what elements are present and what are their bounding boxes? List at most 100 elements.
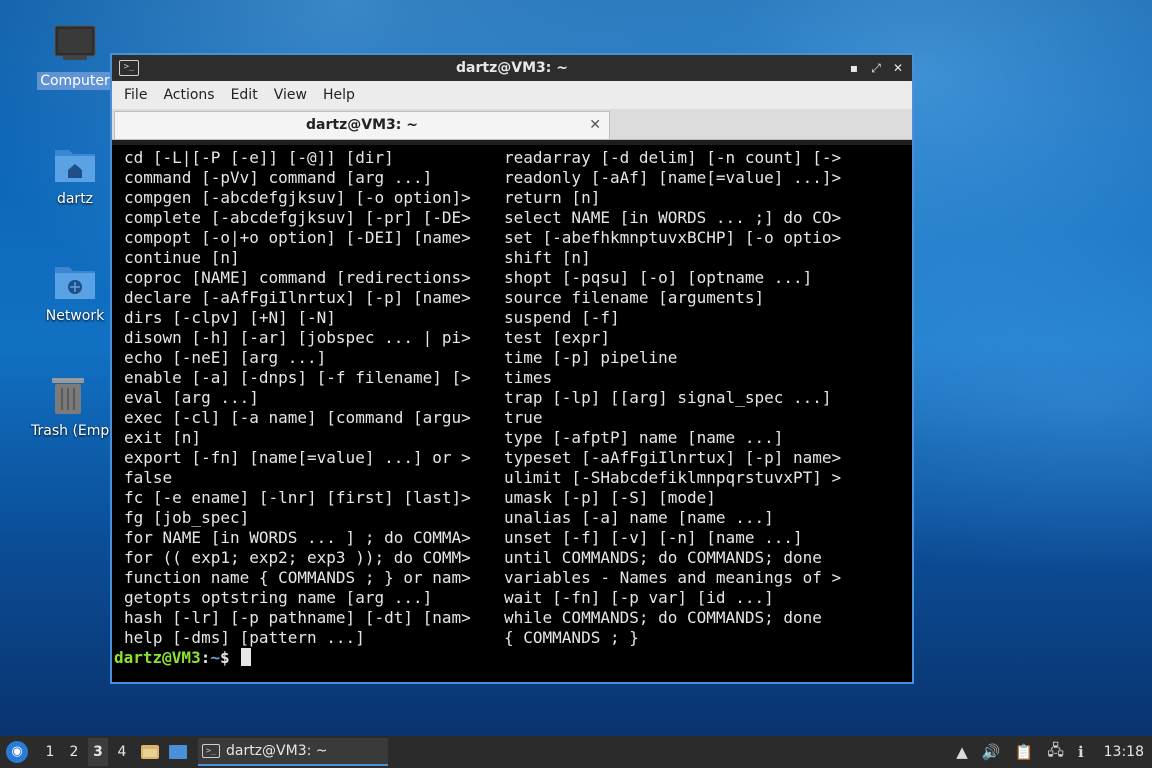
help-line: function name { COMMANDS ; } or nam> xyxy=(124,568,471,587)
terminal-window[interactable]: >_ dartz@VM3: ~ ▪ ⤢ ✕ File Actions Edit … xyxy=(110,53,914,684)
prompt-symbol: $ xyxy=(219,648,240,667)
help-line: readonly [-aAf] [name[=value] ...]> xyxy=(504,168,842,187)
help-line: true xyxy=(504,408,543,427)
computer-icon xyxy=(53,24,97,68)
window-title: dartz@VM3: ~ xyxy=(456,60,568,76)
terminal-output[interactable]: cd [-L|[-P [-e]] [-@]] [dir] command [-pV… xyxy=(112,145,912,682)
network-status-icon[interactable]: 🖧 xyxy=(1047,740,1064,765)
network-folder-icon xyxy=(53,259,97,303)
help-line: time [-p] pipeline xyxy=(504,348,678,367)
help-line: unset [-f] [-v] [-n] [name ...] xyxy=(504,528,803,547)
tray-up-arrow-icon[interactable]: ▲ xyxy=(956,743,968,761)
help-line: shift [n] xyxy=(504,248,591,267)
clipboard-icon[interactable]: 📋 xyxy=(1015,743,1034,761)
help-line: coproc [NAME] command [redirections> xyxy=(124,268,471,287)
help-line: until COMMANDS; do COMMANDS; done xyxy=(504,548,822,567)
desktop-icon-label: Network xyxy=(45,308,105,324)
desktop-icon-network[interactable]: Network xyxy=(35,259,115,325)
help-line: hash [-lr] [-p pathname] [-dt] [nam> xyxy=(124,608,471,627)
tab-strip: dartz@VM3: ~ ✕ xyxy=(112,109,912,140)
file-manager-icon[interactable] xyxy=(140,743,160,761)
help-line: dirs [-clpv] [+N] [-N] xyxy=(124,308,336,327)
menu-actions[interactable]: Actions xyxy=(155,87,222,103)
help-line: help [-dms] [pattern ...] xyxy=(124,628,365,647)
taskbar-task-terminal[interactable]: >_ dartz@VM3: ~ xyxy=(198,738,388,766)
terminal-icon: >_ xyxy=(202,744,220,758)
window-titlebar[interactable]: >_ dartz@VM3: ~ ▪ ⤢ ✕ xyxy=(112,55,912,81)
start-menu-icon[interactable]: ◉ xyxy=(6,741,28,763)
minimize-button[interactable]: ▪ xyxy=(844,58,864,78)
help-line: shopt [-pqsu] [-o] [optname ...] xyxy=(504,268,813,287)
help-line: fg [job_spec] xyxy=(124,508,250,527)
desktop-icon-computer[interactable]: Computer xyxy=(35,24,115,90)
show-desktop-icon[interactable] xyxy=(168,743,188,761)
help-line: export [-fn] [name[=value] ...] or > xyxy=(124,448,471,467)
help-line: cd [-L|[-P [-e]] [-@]] [dir] xyxy=(124,148,394,167)
menu-edit[interactable]: Edit xyxy=(223,87,266,103)
help-line: unalias [-a] name [name ...] xyxy=(504,508,774,527)
help-line: continue [n] xyxy=(124,248,240,267)
help-line: declare [-aAfFgiIlnrtux] [-p] [name> xyxy=(124,288,471,307)
help-line: for NAME [in WORDS ... ] ; do COMMA> xyxy=(124,528,471,547)
tab-close-icon[interactable]: ✕ xyxy=(589,112,601,138)
help-line: for (( exp1; exp2; exp3 )); do COMM> xyxy=(124,548,471,567)
task-label: dartz@VM3: ~ xyxy=(226,743,328,759)
terminal-icon: >_ xyxy=(119,60,139,76)
clock[interactable]: 13:18 xyxy=(1104,744,1144,760)
desktop-icon-home[interactable]: dartz xyxy=(35,142,115,208)
text-cursor xyxy=(241,648,252,666)
help-line: suspend [-f] xyxy=(504,308,620,327)
workspace-1[interactable]: 1 xyxy=(40,738,60,766)
help-line: fc [-e ename] [-lnr] [first] [last]> xyxy=(124,488,471,507)
close-button[interactable]: ✕ xyxy=(888,58,908,78)
menubar: File Actions Edit View Help xyxy=(112,81,912,109)
help-line: false xyxy=(124,468,173,487)
desktop-icon-label: dartz xyxy=(56,191,94,207)
workspace-2[interactable]: 2 xyxy=(64,738,84,766)
help-column-left: cd [-L|[-P [-e]] [-@]] [dir] command [-pV… xyxy=(124,148,471,648)
trash-icon xyxy=(46,374,90,418)
help-line: times xyxy=(504,368,553,387)
help-line: test [expr] xyxy=(504,328,610,347)
prompt-separator: : xyxy=(200,648,211,667)
maximize-button[interactable]: ⤢ xyxy=(866,58,886,78)
help-line: echo [-neE] [arg ...] xyxy=(124,348,327,367)
help-line: enable [-a] [-dnps] [-f filename] [> xyxy=(124,368,471,387)
help-line: complete [-abcdefgjksuv] [-pr] [-DE> xyxy=(124,208,471,227)
menu-help[interactable]: Help xyxy=(315,87,363,103)
help-line: type [-afptP] name [name ...] xyxy=(504,428,784,447)
workspace-3[interactable]: 3 xyxy=(88,738,108,766)
help-line: source filename [arguments] xyxy=(504,288,765,307)
help-line: disown [-h] [-ar] [jobspec ... | pi> xyxy=(124,328,471,347)
help-line: while COMMANDS; do COMMANDS; done xyxy=(504,608,822,627)
help-line: { COMMANDS ; } xyxy=(504,628,639,647)
notification-icon[interactable]: ℹ xyxy=(1078,743,1084,761)
help-line: getopts optstring name [arg ...] xyxy=(124,588,433,607)
taskbar: ◉ 1 2 3 4 >_ dartz@VM3: ~ ▲ 🔊 📋 🖧 ℹ 13:1… xyxy=(0,736,1152,768)
tab-terminal[interactable]: dartz@VM3: ~ ✕ xyxy=(114,111,610,139)
help-line: exec [-cl] [-a name] [command [argu> xyxy=(124,408,471,427)
desktop-icon-label: Trash (Empt xyxy=(31,423,115,439)
shell-prompt: dartz@VM3:~$ xyxy=(114,648,252,668)
help-line: eval [arg ...] xyxy=(124,388,259,407)
menu-file[interactable]: File xyxy=(116,87,155,103)
help-line: typeset [-aAfFgiIlnrtux] [-p] name> xyxy=(504,448,842,467)
prompt-path: ~ xyxy=(210,648,220,667)
help-line: umask [-p] [-S] [mode] xyxy=(504,488,716,507)
menu-view[interactable]: View xyxy=(266,87,315,103)
desktop-icon-label: Computer xyxy=(37,72,113,90)
help-line: select NAME [in WORDS ... ;] do CO> xyxy=(504,208,842,227)
help-line: readarray [-d delim] [-n count] [-> xyxy=(504,148,842,167)
help-line: compopt [-o|+o option] [-DEI] [name> xyxy=(124,228,471,247)
desktop-icon-trash[interactable]: Trash (Empt xyxy=(28,374,115,440)
volume-icon[interactable]: 🔊 xyxy=(982,743,1001,761)
help-line: return [n] xyxy=(504,188,601,207)
help-column-right: readarray [-d delim] [-n count] [-> reado… xyxy=(504,148,841,648)
help-line: set [-abefhkmnptuvxBCHP] [-o optio> xyxy=(504,228,842,247)
tab-label: dartz@VM3: ~ xyxy=(306,117,418,133)
help-line: ulimit [-SHabcdefiklmnpqrstuvxPT] > xyxy=(504,468,842,487)
help-line: compgen [-abcdefgjksuv] [-o option]> xyxy=(124,188,471,207)
help-line: variables - Names and meanings of > xyxy=(504,568,842,587)
system-tray: ▲ 🔊 📋 🖧 ℹ 13:18 xyxy=(956,740,1144,765)
workspace-4[interactable]: 4 xyxy=(112,738,132,766)
